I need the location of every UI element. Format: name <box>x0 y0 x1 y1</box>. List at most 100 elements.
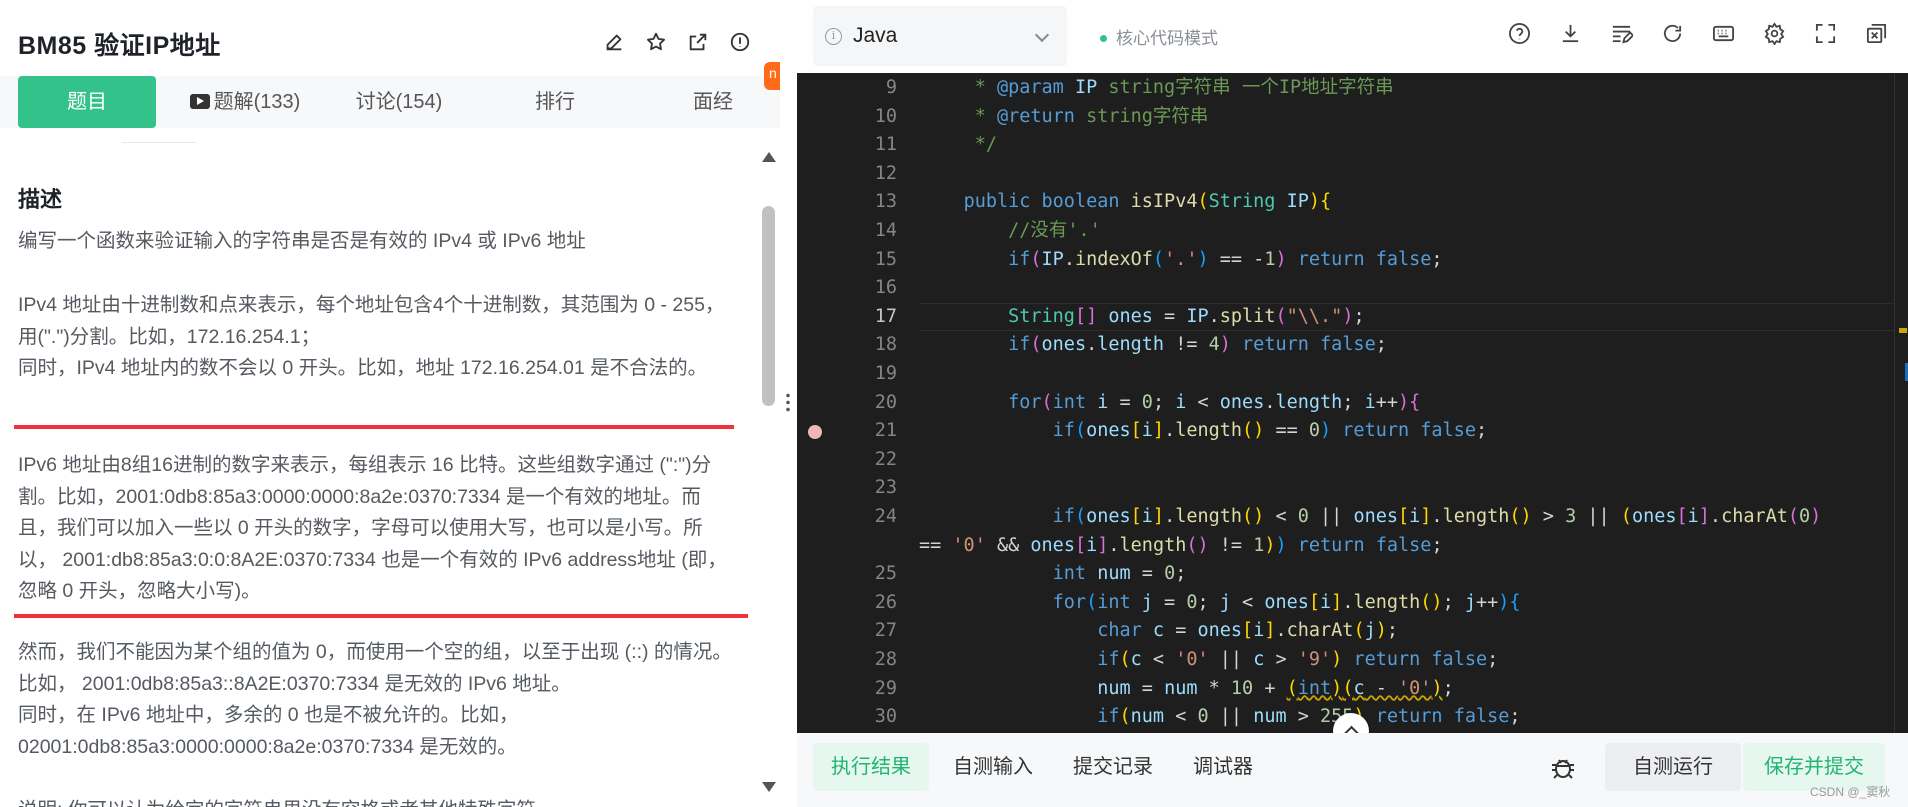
tab-solutions-label: 题解(133) <box>213 91 301 113</box>
description-p4: IPv6 地址由8组16进制的数字来表示，每组表示 16 比特。这些组数字通过 … <box>18 454 727 602</box>
video-icon <box>189 94 210 109</box>
status-dot <box>1100 35 1107 42</box>
code-line: if(ones[i].length() < 0 || ones[i].lengt… <box>1052 506 1822 527</box>
side-badge[interactable]: n <box>764 62 780 90</box>
code-line: if(ones[i].length() == 0) return false; <box>1052 420 1488 442</box>
reset-icon[interactable] <box>1661 22 1684 45</box>
code-line: if(ones.length != 4) return false; <box>1008 334 1387 356</box>
app-root: BM85 验证IP地址 题目 题解(133) 讨论(154) 排行 面经 n 描… <box>0 0 1908 807</box>
star-icon[interactable] <box>644 30 668 54</box>
watermark: CSDN @_窦秋 <box>1810 785 1891 799</box>
code-line: public boolean isIPv4(String IP){ <box>963 191 1332 213</box>
tab-run-result[interactable]: 执行结果 <box>813 743 929 791</box>
code-line: * @return string字符串 <box>919 105 1209 127</box>
tab-custom-input[interactable]: 自测输入 <box>953 743 1033 791</box>
help-icon[interactable] <box>1508 22 1531 45</box>
info-icon[interactable] <box>728 30 752 54</box>
tab-interview[interactable]: 面经 <box>668 76 758 128</box>
line-number: 27 <box>874 620 897 642</box>
line-number <box>797 532 897 561</box>
settings-icon[interactable] <box>1763 22 1786 46</box>
language-value: Java <box>853 24 898 47</box>
code-mode[interactable]: 核心代码模式 <box>1100 24 1218 49</box>
line-number: 18 <box>874 334 897 356</box>
language-select[interactable]: i Java <box>813 6 1067 66</box>
problem-tabs: 题目 题解(133) 讨论(154) 排行 面经 <box>0 76 780 128</box>
run-button[interactable]: 自测运行 <box>1605 743 1741 791</box>
line-number: 25 <box>874 563 897 585</box>
overview-ruler[interactable] <box>1894 73 1908 733</box>
line-number: 12 <box>874 162 897 184</box>
description-p2: IPv4 地址由十进制数和点来表示，每个地址包含4个十进制数，其范围为 0 - … <box>18 294 725 348</box>
description-p3: 同时，IPv4 地址内的数不会以 0 开头。比如，地址 172.16.254.0… <box>18 357 708 379</box>
description-p7: 说明: 你可以认为给定的字符串里没有空格或者其他特殊字符。 <box>18 795 738 807</box>
code-line: for(int j = 0; j < ones[i].length(); j++… <box>1052 591 1521 613</box>
line-number: 11 <box>874 134 897 156</box>
line-number: 13 <box>874 191 897 213</box>
tab-ranking[interactable]: 排行 <box>510 76 600 128</box>
info-icon: i <box>825 28 842 45</box>
line-number: 30 <box>874 706 897 728</box>
external-link-icon[interactable] <box>686 30 710 54</box>
scroll-up-arrow[interactable] <box>762 152 776 162</box>
description-p1: 编写一个函数来验证输入的字符串是否是有效的 IPv4 或 IPv6 地址 <box>18 230 586 252</box>
panel-splitter[interactable] <box>780 0 797 807</box>
red-underline <box>14 614 748 618</box>
divider <box>122 142 196 143</box>
problem-title: BM85 验证IP地址 <box>18 32 221 60</box>
scroll-down-arrow[interactable] <box>762 782 776 792</box>
code-line: if(IP.indexOf('.') == -1) return false; <box>1008 248 1443 270</box>
editor-toolbar: i Java 核心代码模式 <box>797 0 1908 73</box>
line-number: 28 <box>874 649 897 670</box>
tab-submissions[interactable]: 提交记录 <box>1073 743 1153 791</box>
line-number: 20 <box>874 391 897 413</box>
code-line: //没有'.' <box>1008 220 1101 241</box>
scrollbar-thumb[interactable] <box>762 206 775 406</box>
tab-solutions[interactable]: 题解(133) <box>180 76 310 128</box>
bug-icon[interactable] <box>1549 753 1577 781</box>
line-number: 9 <box>885 77 897 98</box>
drag-handle-icon[interactable] <box>786 392 790 414</box>
line-number: 19 <box>874 363 897 384</box>
tab-discuss[interactable]: 讨论(154) <box>336 76 462 128</box>
line-number-gutter: 9 10 11 12 13 14 15 16 17 18 19 20 21 22 23 24 25 26 27 28 2… <box>797 73 897 733</box>
tab-debugger[interactable]: 调试器 <box>1193 743 1253 791</box>
description-p6: 同时，在 IPv6 地址中，多余的 0 也是不被允许的。比如， 02001:0d… <box>18 704 519 758</box>
line-number: 14 <box>874 220 897 241</box>
format-icon[interactable] <box>1610 22 1635 45</box>
result-bar: 执行结果 自测输入 提交记录 调试器 自测运行 保存并提交 <box>797 733 1908 807</box>
code-editor[interactable]: 9 10 11 12 13 14 15 16 17 18 19 20 21 22 23 24 25 26 27 28 2… <box>797 73 1908 733</box>
editor-toolbar-icons <box>1508 22 1888 46</box>
chevron-down-icon <box>1034 27 1050 43</box>
problem-panel: BM85 验证IP地址 题目 题解(133) 讨论(154) 排行 面经 n 描… <box>0 0 780 807</box>
fullscreen-icon[interactable] <box>1814 22 1837 45</box>
code-line: int num = 0; <box>1052 563 1187 585</box>
code-line: == '0' && ones[i].length() != 1)) return… <box>919 534 1443 556</box>
problem-header: BM85 验证IP地址 <box>0 0 780 78</box>
line-number: 24 <box>874 506 897 527</box>
code-line: * @param IP string字符串 一个IP地址字符串 <box>919 77 1394 98</box>
line-number: 15 <box>874 248 897 270</box>
tab-problem[interactable]: 题目 <box>18 76 156 128</box>
breakpoint[interactable] <box>808 425 822 439</box>
code-line: num = num * 10 + (int)(c - '0'); <box>1097 677 1454 699</box>
code-line: */ <box>919 134 997 156</box>
description-heading: 描述 <box>18 187 63 212</box>
problem-actions <box>602 30 752 54</box>
line-number: 17 <box>874 305 897 327</box>
line-number: 29 <box>874 677 897 699</box>
keyboard-icon[interactable] <box>1712 22 1735 45</box>
edit-icon[interactable] <box>602 30 626 54</box>
code-line: for(int i = 0; i < ones.length; i++){ <box>1008 391 1421 413</box>
download-icon[interactable] <box>1559 22 1582 45</box>
line-number: 16 <box>874 277 897 299</box>
line-number: 23 <box>874 477 897 499</box>
red-underline <box>14 425 734 429</box>
line-number: 26 <box>874 591 897 613</box>
window-icon[interactable] <box>1865 22 1888 45</box>
